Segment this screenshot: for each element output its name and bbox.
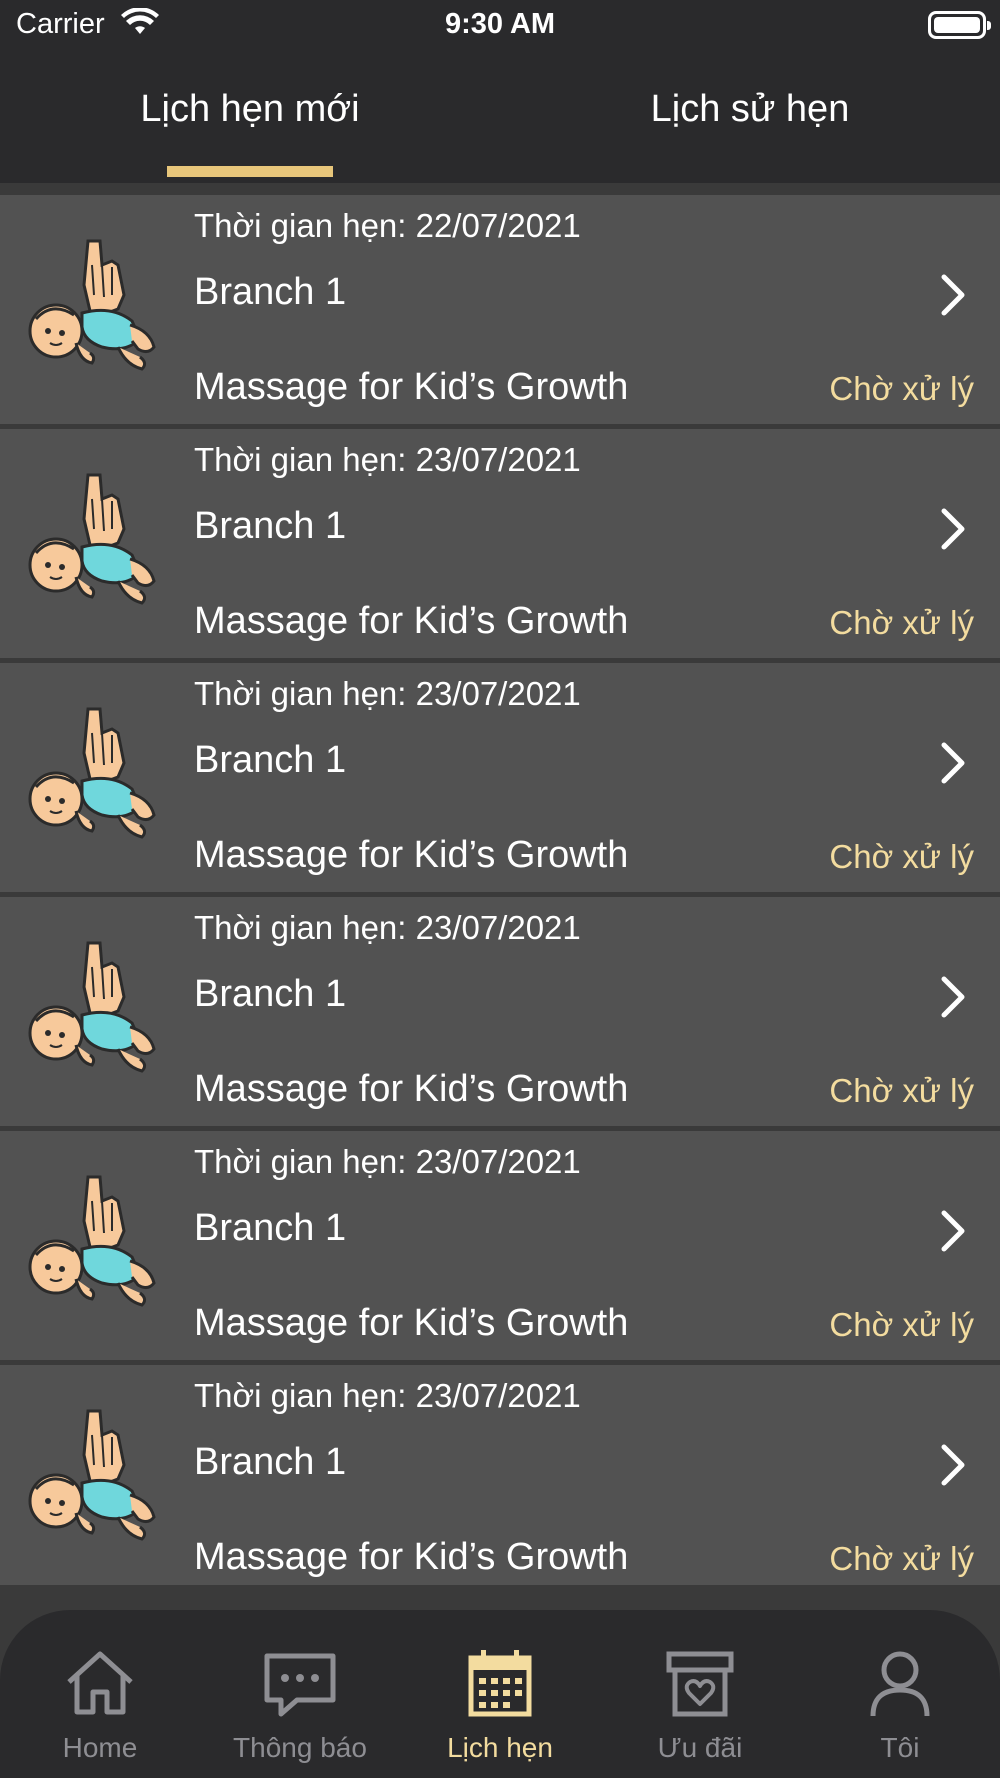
- user-icon: [870, 1651, 930, 1717]
- baby-massage-icon: [28, 1409, 156, 1541]
- appointment-service: Massage for Kid’s Growth: [194, 1536, 629, 1578]
- home-icon: [67, 1651, 133, 1715]
- calendar-icon: [468, 1650, 532, 1717]
- baby-massage-icon: [28, 239, 156, 371]
- tab-appointment-history[interactable]: Lịch sử hẹn: [500, 88, 1000, 131]
- appointment-date: Thời gian hẹn: 23/07/2021: [194, 441, 581, 478]
- chevron-right-icon: [941, 274, 965, 316]
- tab-new-appointments[interactable]: Lịch hẹn mới: [0, 88, 500, 131]
- tabbar-label: Thông báo: [233, 1732, 367, 1763]
- tabbar-profile[interactable]: Tôi: [800, 1610, 1000, 1778]
- appointment-service: Massage for Kid’s Growth: [194, 366, 629, 408]
- appointment-date: Thời gian hẹn: 23/07/2021: [194, 1377, 581, 1414]
- appointment-branch: Branch 1: [194, 1441, 347, 1483]
- tabbar-notifications[interactable]: Thông báo: [200, 1610, 400, 1778]
- appointment-row[interactable]: Thời gian hẹn: 22/07/2021 Branch 1 Massa…: [0, 195, 1000, 424]
- appointment-row[interactable]: Thời gian hẹn: 23/07/2021 Branch 1 Massa…: [0, 663, 1000, 892]
- appointment-date: Thời gian hẹn: 23/07/2021: [194, 909, 581, 946]
- appointment-branch: Branch 1: [194, 1207, 347, 1249]
- appointment-service: Massage for Kid’s Growth: [194, 1068, 629, 1110]
- active-tab-indicator: [167, 166, 333, 177]
- status-badge: Chờ xử lý: [829, 604, 974, 641]
- top-header: Carrier 9:30 AM Lịch hẹn mới Lịch sử hẹn: [0, 0, 1000, 183]
- status-badge: Chờ xử lý: [829, 838, 974, 875]
- appointment-branch: Branch 1: [194, 505, 347, 547]
- tabbar-label: Home: [62, 1732, 138, 1763]
- segment-tabs: Lịch hẹn mới Lịch sử hẹn: [0, 60, 1000, 183]
- chevron-right-icon: [941, 976, 965, 1018]
- appointment-date: Thời gian hẹn: 23/07/2021: [194, 675, 581, 712]
- appointment-list[interactable]: Thời gian hẹn: 22/07/2021 Branch 1 Massa…: [0, 195, 1000, 1585]
- bottom-tab-bar: Home Thông báo Lịch hẹn Ưu đãi Tôi: [0, 1610, 1000, 1778]
- tabbar-appointments[interactable]: Lịch hẹn: [400, 1610, 600, 1778]
- tabbar-label: Lịch hẹn: [447, 1732, 553, 1763]
- chevron-right-icon: [941, 1210, 965, 1252]
- status-badge: Chờ xử lý: [829, 1072, 974, 1109]
- clock: 9:30 AM: [444, 8, 556, 40]
- tabbar-label: Tôi: [880, 1732, 920, 1763]
- battery-icon: [928, 11, 991, 39]
- status-badge: Chờ xử lý: [829, 370, 974, 407]
- appointment-service: Massage for Kid’s Growth: [194, 834, 629, 876]
- appointment-branch: Branch 1: [194, 973, 347, 1015]
- appointment-branch: Branch 1: [194, 271, 347, 313]
- chevron-right-icon: [941, 742, 965, 784]
- appointment-date: Thời gian hẹn: 22/07/2021: [194, 207, 581, 244]
- appointment-date: Thời gian hẹn: 23/07/2021: [194, 1143, 581, 1180]
- gift-box-icon: [666, 1651, 734, 1717]
- appointment-row[interactable]: Thời gian hẹn: 23/07/2021 Branch 1 Massa…: [0, 1131, 1000, 1360]
- baby-massage-icon: [28, 1175, 156, 1307]
- appointment-service: Massage for Kid’s Growth: [194, 1302, 629, 1344]
- chat-icon: [264, 1653, 336, 1717]
- status-bar: Carrier 9:30 AM: [0, 0, 1000, 50]
- baby-massage-icon: [28, 941, 156, 1073]
- tabbar-offers[interactable]: Ưu đãi: [600, 1610, 800, 1778]
- status-badge: Chờ xử lý: [829, 1306, 974, 1343]
- tabbar-home[interactable]: Home: [0, 1610, 200, 1778]
- status-badge: Chờ xử lý: [829, 1540, 974, 1577]
- baby-massage-icon: [28, 707, 156, 839]
- appointment-row[interactable]: Thời gian hẹn: 23/07/2021 Branch 1 Massa…: [0, 429, 1000, 658]
- baby-massage-icon: [28, 473, 156, 605]
- appointment-service: Massage for Kid’s Growth: [194, 600, 629, 642]
- appointment-row[interactable]: Thời gian hẹn: 23/07/2021 Branch 1 Massa…: [0, 897, 1000, 1126]
- chevron-right-icon: [941, 508, 965, 550]
- chevron-right-icon: [941, 1444, 965, 1486]
- tabbar-label: Ưu đãi: [657, 1732, 743, 1763]
- appointment-row[interactable]: Thời gian hẹn: 23/07/2021 Branch 1 Massa…: [0, 1365, 1000, 1585]
- appointment-branch: Branch 1: [194, 739, 347, 781]
